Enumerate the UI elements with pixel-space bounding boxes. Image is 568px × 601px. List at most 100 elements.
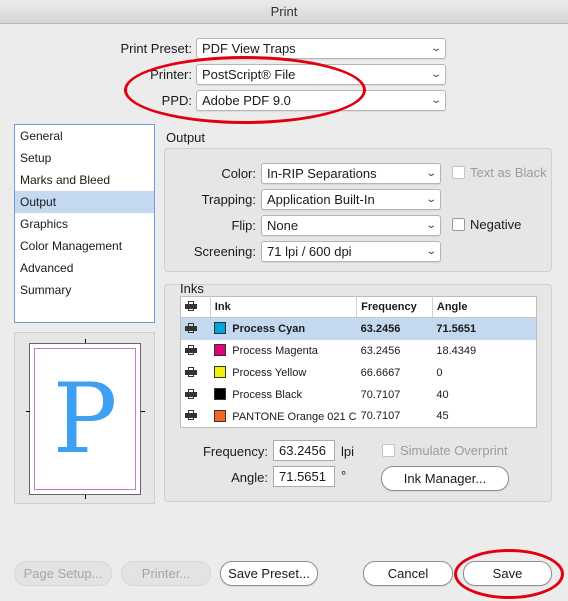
screening-popup[interactable]: 71 lpi / 600 dpi ⌄ xyxy=(261,241,441,262)
sidebar-item-advanced[interactable]: Advanced xyxy=(15,257,154,279)
chevron-down-icon: ⌄ xyxy=(424,194,437,205)
cancel-button[interactable]: Cancel xyxy=(363,561,453,586)
print-preset-value: PDF View Traps xyxy=(202,41,296,56)
frequency-label: Frequency: xyxy=(202,444,268,459)
inks-section-title: Inks xyxy=(180,281,204,296)
angle-label: Angle: xyxy=(231,470,268,485)
ink-name: PANTONE Orange 021 C xyxy=(232,410,357,423)
ink-row[interactable]: Process Black 70.7107 40 xyxy=(181,384,537,406)
printer-popup[interactable]: PostScript® File ⌄ xyxy=(196,64,446,85)
output-section-title: Output xyxy=(166,130,206,145)
screening-value: 71 lpi / 600 dpi xyxy=(267,244,352,259)
color-popup[interactable]: In-RIP Separations ⌄ xyxy=(261,163,441,184)
page-preview[interactable]: P xyxy=(14,332,155,504)
ink-column-header[interactable]: Ink xyxy=(209,296,357,318)
registration-tick xyxy=(26,411,30,412)
printer-icon xyxy=(185,301,197,311)
sidebar-item-summary[interactable]: Summary xyxy=(15,279,154,301)
ink-angle: 18.4349 xyxy=(436,344,477,357)
text-as-black-label: Text as Black xyxy=(470,165,547,180)
ppd-label: PPD: xyxy=(161,93,192,108)
sidebar-item-output[interactable]: Output xyxy=(15,191,154,213)
preview-letter: P xyxy=(52,363,118,475)
flip-popup[interactable]: None ⌄ xyxy=(261,215,441,236)
ink-manager-button[interactable]: Ink Manager... xyxy=(381,466,509,491)
window-title: Print xyxy=(0,0,568,24)
ink-row[interactable]: Process Magenta 63.2456 18.4349 xyxy=(181,340,537,362)
ink-swatch xyxy=(214,409,227,422)
printer-icon[interactable] xyxy=(185,322,197,333)
registration-tick xyxy=(85,339,86,343)
ink-swatch xyxy=(214,322,227,335)
chevron-down-icon: ⌄ xyxy=(429,69,442,80)
ink-frequency: 70.7107 xyxy=(360,410,401,423)
printer-button[interactable]: Printer... xyxy=(121,561,211,586)
ppd-value: Adobe PDF 9.0 xyxy=(202,93,291,108)
save-button[interactable]: Save xyxy=(463,561,552,586)
ink-name: Process Black xyxy=(232,389,302,401)
chevron-down-icon: ⌄ xyxy=(429,43,442,54)
trapping-label: Trapping: xyxy=(201,192,256,207)
sidebar-item-graphics[interactable]: Graphics xyxy=(15,213,154,235)
sidebar-item-general[interactable]: General xyxy=(15,125,154,147)
ink-row[interactable]: Process Cyan 63.2456 71.5651 xyxy=(180,317,537,340)
color-label: Color: xyxy=(221,166,256,181)
chevron-down-icon: ⌄ xyxy=(424,220,437,231)
ink-swatch xyxy=(214,344,227,356)
angle-column-header[interactable]: Angle xyxy=(431,296,537,318)
page-setup-button[interactable]: Page Setup... xyxy=(14,561,112,586)
ink-angle: 0 xyxy=(436,366,443,379)
ink-frequency: 63.2456 xyxy=(356,317,433,340)
ink-frequency: 63.2456 xyxy=(360,344,401,357)
sidebar-item-setup[interactable]: Setup xyxy=(15,147,154,169)
frequency-column-header[interactable]: Frequency xyxy=(356,296,433,318)
screening-label: Screening: xyxy=(193,244,256,259)
ink-row[interactable]: Process Yellow 66.6667 0 xyxy=(181,362,537,384)
registration-tick xyxy=(85,495,86,499)
ink-angle: 40 xyxy=(436,388,449,401)
ink-row[interactable]: PANTONE Orange 021 C 70.7107 45 xyxy=(181,406,537,428)
chevron-down-icon: ⌄ xyxy=(429,95,442,106)
text-as-black-checkbox[interactable] xyxy=(452,166,465,179)
flip-label: Flip: xyxy=(231,218,256,233)
angle-input[interactable]: 71.5651 xyxy=(273,466,335,487)
angle-unit: ° xyxy=(341,468,347,483)
ink-name: Process Yellow xyxy=(232,367,307,379)
inks-table[interactable]: Ink Frequency Angle Process Cyan 63.2456… xyxy=(180,296,537,428)
ink-angle: 45 xyxy=(436,410,449,423)
ink-angle: 71.5651 xyxy=(432,317,537,340)
simulate-overprint-checkbox[interactable] xyxy=(382,444,395,457)
chevron-down-icon: ⌄ xyxy=(424,246,437,257)
ink-frequency: 66.6667 xyxy=(360,366,401,379)
simulate-overprint-label: Simulate Overprint xyxy=(400,443,508,458)
ppd-popup[interactable]: Adobe PDF 9.0 ⌄ xyxy=(196,90,446,111)
print-preset-popup[interactable]: PDF View Traps ⌄ xyxy=(196,38,446,59)
printer-icon[interactable] xyxy=(185,344,197,355)
category-list[interactable]: General Setup Marks and Bleed Output Gra… xyxy=(14,124,155,323)
ink-name: Process Cyan xyxy=(232,323,306,336)
color-value: In-RIP Separations xyxy=(267,166,377,181)
trapping-value: Application Built-In xyxy=(267,192,375,207)
negative-label: Negative xyxy=(470,217,522,232)
frequency-input[interactable]: 63.2456 xyxy=(273,440,335,461)
ink-swatch xyxy=(214,366,227,378)
printer-label: Printer: xyxy=(150,67,192,82)
sidebar-item-marks-and-bleed[interactable]: Marks and Bleed xyxy=(15,169,154,191)
ink-swatch xyxy=(214,388,227,400)
frequency-unit: lpi xyxy=(341,444,355,459)
save-preset-button[interactable]: Save Preset... xyxy=(220,561,318,586)
chevron-down-icon: ⌄ xyxy=(424,168,437,179)
printer-icon[interactable] xyxy=(185,388,197,399)
sidebar-item-color-management[interactable]: Color Management xyxy=(15,235,154,257)
printer-icon[interactable] xyxy=(185,410,197,421)
printer-icon[interactable] xyxy=(185,366,197,377)
ink-frequency: 70.7107 xyxy=(360,388,401,401)
registration-tick xyxy=(141,411,145,412)
negative-checkbox[interactable] xyxy=(452,218,465,231)
print-column-header[interactable] xyxy=(180,296,211,318)
flip-value: None xyxy=(267,218,299,233)
ink-name: Process Magenta xyxy=(232,345,318,357)
preview-sheet: P xyxy=(29,343,141,495)
print-preset-label: Print Preset: xyxy=(120,41,192,56)
trapping-popup[interactable]: Application Built-In ⌄ xyxy=(261,189,441,210)
